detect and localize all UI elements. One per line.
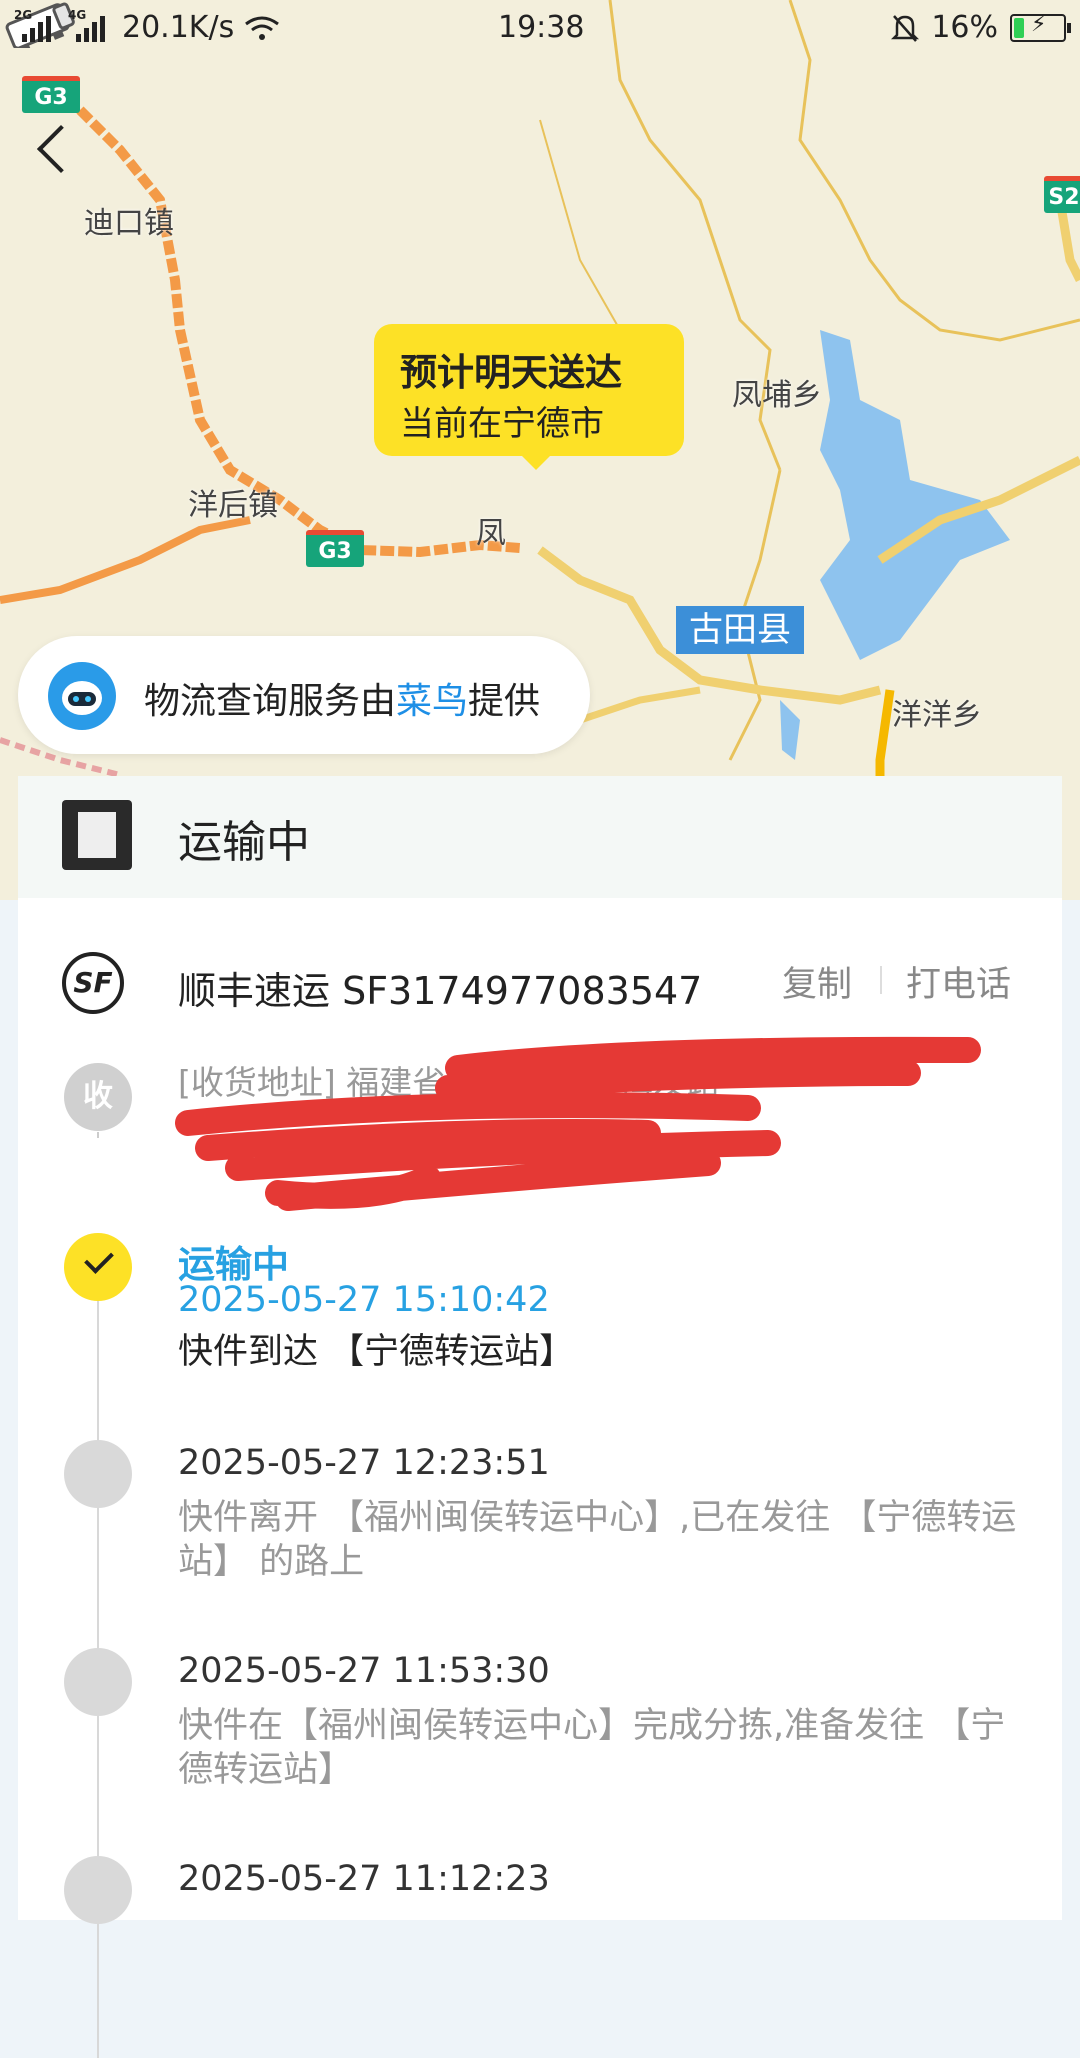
event-time: 2025-05-27 11:12:23 [178, 1859, 550, 1899]
call-button[interactable]: 打电话 [906, 956, 1011, 1007]
network-speed: 20.1K/s [122, 10, 235, 45]
chevron-left-icon [36, 124, 86, 174]
signal-icon: 4G [68, 8, 112, 42]
highway-shield: G3 [22, 76, 80, 113]
battery-percent: 16% [931, 10, 998, 45]
place-label: 凤 [476, 516, 506, 551]
event-time: 2025-05-27 11:53:30 [178, 1651, 550, 1691]
timeline-dot [64, 1856, 132, 1924]
copy-button[interactable]: 复制 [782, 956, 852, 1007]
event-description: 快件到达 【宁德转运站】 [178, 1332, 575, 1372]
cainiao-logo-icon [48, 662, 116, 730]
event-description: 快件离开 【福州闽侯转运中心】,已在发往 【宁德转运站】 的路上 [178, 1498, 1017, 1582]
eta-title: 预计明天送达 [400, 351, 622, 394]
battery-icon: ⚡ [1010, 12, 1071, 42]
place-label: 迪口镇 [84, 206, 174, 241]
timeline-dot [64, 1440, 132, 1508]
place-label: 洋洋乡 [892, 698, 982, 733]
back-button[interactable] [28, 118, 86, 186]
sf-express-icon: SF [62, 952, 124, 1014]
logistics-provider-badge[interactable]: 物流查询服务由菜鸟提供 [18, 636, 590, 754]
tracking-detail: SF 顺丰速运 SF3174977083547 复制 打电话 收 [收货地址] … [18, 898, 1062, 2058]
carrier-tracking-number: 顺丰速运 SF3174977083547 [178, 969, 703, 1013]
event-time: 2025-05-27 12:23:51 [178, 1443, 550, 1483]
receiver-badge: 收 [64, 1063, 132, 1131]
provider-text: 物流查询服务由菜鸟提供 [144, 681, 541, 722]
status-bar: 2G 4G 20.1K/s 19:38 16% ⚡ [0, 0, 1080, 58]
place-label: 凤埔乡 [732, 378, 822, 413]
county-label: 古田县 [676, 606, 804, 654]
bell-muted-icon [891, 14, 920, 42]
eta-location: 当前在宁德市 [400, 404, 604, 444]
provider-brand: 菜鸟 [396, 681, 469, 722]
current-status-dot [64, 1233, 132, 1301]
check-icon [84, 1244, 114, 1274]
redaction-scribble [175, 1036, 981, 1211]
timeline-dot [64, 1648, 132, 1716]
place-label: 洋后镇 [188, 488, 278, 523]
divider [880, 966, 882, 994]
eta-bubble: 预计明天送达 当前在宁德市 [374, 324, 684, 470]
map-view[interactable]: 迪口镇 洋后镇 凤埔乡 洋洋乡 凤 G3 G3 S2 古田县 预计明天送达 当前… [0, 0, 1080, 900]
shipment-status: 运输中 [178, 817, 310, 868]
shipment-status-card[interactable]: 运输中 [18, 776, 1062, 898]
wifi-icon [245, 16, 280, 40]
clock: 19:38 [498, 10, 585, 45]
event-time: 2025-05-27 15:10:42 [178, 1280, 550, 1320]
product-thumbnail [62, 800, 132, 870]
highway-shield: G3 [306, 530, 364, 567]
event-description: 快件在【福州闽侯转运中心】完成分拣,准备发往 【宁德转运站】 [178, 1706, 1006, 1790]
highway-shield: S2 [1044, 176, 1080, 213]
signal-icon: 2G [14, 8, 58, 42]
